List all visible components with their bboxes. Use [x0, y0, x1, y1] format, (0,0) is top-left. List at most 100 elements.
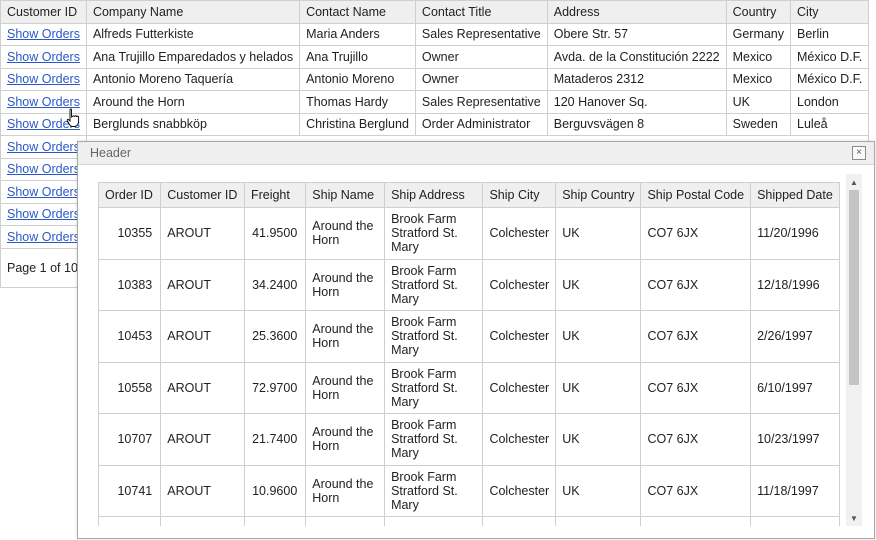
country-cell: Sweden [725, 112, 792, 136]
freight-cell: 41.9500 [243, 207, 307, 260]
freight-cell: 72.9700 [243, 361, 307, 414]
show-orders-link[interactable]: Show Orders [7, 72, 80, 86]
popup-title: Header [90, 146, 131, 160]
contact-cell: Antonio Moreno [299, 67, 416, 91]
freight-cell: 34.2400 [243, 258, 307, 311]
orders-grid: Order ID Customer ID Freight Ship Name S… [98, 182, 840, 526]
show-orders-link[interactable]: Show Orders [7, 207, 80, 221]
column-header[interactable]: Ship Country [555, 182, 642, 208]
column-header[interactable]: Customer ID [160, 182, 245, 208]
pager-summary: Page 1 of 10 [7, 260, 78, 275]
company-cell: Berglunds snabbköp [85, 112, 301, 136]
postal-code-cell: CO7 6JX [640, 464, 752, 517]
ship-name-cell: Around the Horn [305, 464, 386, 517]
shipped-date-cell: 10/23/1997 [750, 413, 840, 466]
ship-name-cell: Around the Horn [305, 207, 386, 260]
table-row [98, 516, 840, 526]
show-orders-link[interactable]: Show Orders [7, 162, 80, 176]
table-row: Show Orders Ana Trujillo Emparedados y h… [0, 45, 870, 69]
column-header[interactable]: Shipped Date [750, 182, 840, 208]
city-cell: Luleå [790, 112, 870, 136]
popup-header[interactable]: Header × [78, 142, 874, 165]
orders-popup: Header × Order ID Customer ID Freight Sh… [77, 141, 875, 539]
customers-header-row: Customer ID Company Name Contact Name Co… [0, 0, 870, 24]
scroll-up-icon[interactable]: ▲ [846, 174, 862, 190]
column-header[interactable]: Freight [243, 182, 307, 208]
address-cell: Mataderos 2312 [546, 67, 727, 91]
company-cell: Ana Trujillo Emparedados y helados [85, 45, 301, 69]
column-header[interactable]: Ship Name [305, 182, 386, 208]
customer-id-cell: AROUT [160, 464, 245, 517]
order-id-cell: 10741 [98, 464, 162, 517]
column-header[interactable]: Contact Title [414, 0, 548, 24]
ship-address-cell: Brook Farm Stratford St. Mary [384, 464, 484, 517]
table-row: Show Orders Berglunds snabbköp Christina… [0, 112, 870, 136]
address-cell: Obere Str. 57 [546, 22, 727, 46]
ship-name-cell: Around the Horn [305, 310, 386, 363]
country-cell: Mexico [725, 45, 792, 69]
show-orders-link[interactable]: Show Orders [7, 95, 80, 109]
column-header[interactable]: Country [725, 0, 792, 24]
table-row: Show Orders Around the Horn Thomas Hardy… [0, 90, 870, 114]
ship-address-cell: Brook Farm Stratford St. Mary [384, 361, 484, 414]
show-orders-link[interactable]: Show Orders [7, 27, 80, 41]
order-id-cell: 10707 [98, 413, 162, 466]
order-id-cell: 10383 [98, 258, 162, 311]
column-header[interactable]: Contact Name [299, 0, 416, 24]
scroll-thumb[interactable] [849, 190, 859, 385]
shipped-date-cell: 11/20/1996 [750, 207, 840, 260]
contact-cell: Thomas Hardy [299, 90, 416, 114]
column-header[interactable]: Ship Postal Code [640, 182, 752, 208]
ship-country-cell: UK [555, 207, 642, 260]
column-header[interactable]: Customer ID [0, 0, 87, 24]
title-cell: Sales Representative [414, 22, 548, 46]
column-header[interactable]: Address [546, 0, 727, 24]
column-header[interactable]: Company Name [85, 0, 301, 24]
title-cell: Sales Representative [414, 90, 548, 114]
ship-address-cell: Brook Farm Stratford St. Mary [384, 413, 484, 466]
postal-code-cell: CO7 6JX [640, 207, 752, 260]
ship-name-cell: Around the Horn [305, 258, 386, 311]
show-orders-link[interactable]: Show Orders [7, 185, 80, 199]
ship-city-cell: Colchester [482, 413, 557, 466]
show-orders-link[interactable]: Show Orders [7, 230, 80, 244]
show-orders-link[interactable]: Show Orders [7, 140, 80, 154]
postal-code-cell: CO7 6JX [640, 310, 752, 363]
title-cell: Owner [414, 67, 548, 91]
show-orders-link[interactable]: Show Orders [7, 50, 80, 64]
order-id-cell: 10453 [98, 310, 162, 363]
city-cell: Berlin [790, 22, 870, 46]
customer-id-cell: AROUT [160, 361, 245, 414]
address-cell: 120 Hanover Sq. [546, 90, 727, 114]
customer-id-cell: AROUT [160, 258, 245, 311]
postal-code-cell: CO7 6JX [640, 361, 752, 414]
contact-cell: Ana Trujillo [299, 45, 416, 69]
shipped-date-cell: 2/26/1997 [750, 310, 840, 363]
freight-cell: 10.9600 [243, 464, 307, 517]
scroll-down-icon[interactable]: ▼ [846, 510, 862, 526]
column-header[interactable]: City [790, 0, 870, 24]
column-header[interactable]: Ship Address [384, 182, 484, 208]
postal-code-cell: CO7 6JX [640, 258, 752, 311]
table-row: Show Orders Alfreds Futterkiste Maria An… [0, 22, 870, 46]
close-icon[interactable]: × [852, 146, 866, 160]
table-row: 10355 AROUT 41.9500 Around the Horn Broo… [98, 207, 840, 260]
column-header[interactable]: Ship City [482, 182, 557, 208]
table-row: Show Orders Antonio Moreno Taquería Anto… [0, 67, 870, 91]
orders-table: Order ID Customer ID Freight Ship Name S… [98, 182, 840, 526]
city-cell: México D.F. [790, 67, 870, 91]
customer-id-cell: AROUT [160, 310, 245, 363]
ship-city-cell: Colchester [482, 361, 557, 414]
table-row: 10707 AROUT 21.7400 Around the Horn Broo… [98, 413, 840, 466]
ship-city-cell: Colchester [482, 207, 557, 260]
shipped-date-cell: 11/18/1997 [750, 464, 840, 517]
ship-address-cell: Brook Farm Stratford St. Mary [384, 258, 484, 311]
vertical-scrollbar[interactable]: ▲ ▼ [846, 174, 862, 526]
order-id-cell: 10355 [98, 207, 162, 260]
country-cell: Germany [725, 22, 792, 46]
column-header[interactable]: Order ID [98, 182, 162, 208]
country-cell: UK [725, 90, 792, 114]
ship-address-cell: Brook Farm Stratford St. Mary [384, 310, 484, 363]
contact-cell: Maria Anders [299, 22, 416, 46]
company-cell: Antonio Moreno Taquería [85, 67, 301, 91]
